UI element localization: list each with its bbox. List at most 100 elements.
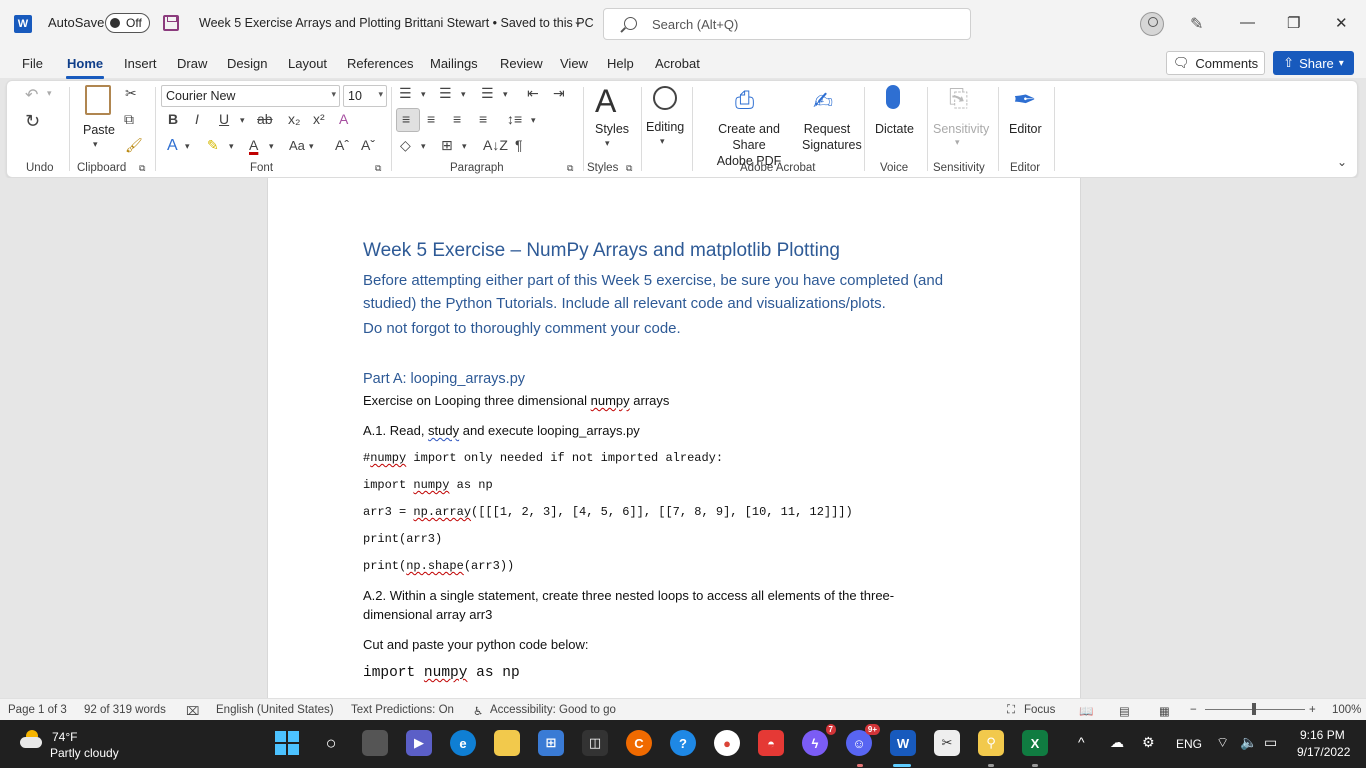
weather-temperature[interactable]: 74°F xyxy=(52,730,77,744)
chevron-down-icon[interactable]: ▾ xyxy=(461,89,466,100)
undo-icon[interactable]: ↶ xyxy=(25,85,38,105)
shrink-font-icon[interactable]: Aˇ xyxy=(361,137,375,153)
request-signatures-icon[interactable]: ✍ xyxy=(813,87,833,116)
chevron-down-icon[interactable]: ▾ xyxy=(503,89,508,100)
zoom-level[interactable]: 100% xyxy=(1332,704,1361,716)
autosave-toggle[interactable]: Off xyxy=(105,13,150,33)
tab-insert[interactable]: Insert xyxy=(124,56,157,71)
text-predictions-status[interactable]: Text Predictions: On xyxy=(351,704,454,716)
tab-acrobat[interactable]: Acrobat xyxy=(655,56,700,71)
battery-icon[interactable]: ▭ xyxy=(1264,734,1277,751)
chevron-down-icon[interactable]: ▾ xyxy=(269,141,274,152)
accessibility-status[interactable]: Accessibility: Good to go xyxy=(490,704,616,716)
tab-layout[interactable]: Layout xyxy=(288,56,327,71)
proofing-icon[interactable]: ⌧ xyxy=(186,704,199,718)
font-name-select[interactable]: Courier New ▾ xyxy=(161,85,340,107)
subscript-icon[interactable]: x₂ xyxy=(288,111,300,127)
tab-draw[interactable]: Draw xyxy=(177,56,207,71)
chevron-down-icon[interactable]: ▾ xyxy=(531,115,536,126)
editor-label[interactable]: Editor xyxy=(1009,121,1042,137)
document-title[interactable]: Week 5 Exercise Arrays and Plotting Brit… xyxy=(199,16,594,30)
redo-icon[interactable]: ↻ xyxy=(25,111,40,132)
designer-pen-icon[interactable]: ✎ xyxy=(1190,14,1203,34)
font-color-icon[interactable]: A xyxy=(249,137,258,153)
dialog-launcher-icon[interactable]: ⧉ xyxy=(626,163,632,174)
language-status[interactable]: English (United States) xyxy=(216,704,334,716)
chevron-up-icon[interactable]: ^ xyxy=(1078,734,1085,750)
minimize-button[interactable]: — xyxy=(1240,14,1255,31)
word-count[interactable]: 92 of 319 words xyxy=(84,704,166,716)
paste-icon[interactable] xyxy=(85,85,111,115)
editing-search-icon[interactable] xyxy=(653,86,677,110)
strikethrough-icon[interactable]: ab xyxy=(257,111,273,127)
crunchyroll-icon[interactable]: C xyxy=(626,730,652,756)
dialog-launcher-icon[interactable]: ⧉ xyxy=(567,163,573,174)
dialog-launcher-icon[interactable]: ⧉ xyxy=(375,163,381,174)
format-painter-icon[interactable]: 🖌 xyxy=(125,137,143,154)
onedrive-icon[interactable]: ☁ xyxy=(1110,734,1124,751)
focus-mode[interactable]: Focus xyxy=(1024,704,1055,716)
weather-condition[interactable]: Partly cloudy xyxy=(50,746,119,760)
comments-button[interactable]: 🗨 Comments xyxy=(1166,51,1265,75)
messenger-icon[interactable]: ϟ 7 xyxy=(802,724,836,756)
create-pdf-icon[interactable]: ⎙ xyxy=(735,87,754,115)
zoom-in-icon[interactable]: + xyxy=(1309,704,1316,716)
tab-mailings[interactable]: Mailings xyxy=(430,56,478,71)
bullets-icon[interactable]: ☰ xyxy=(399,85,412,102)
tab-references[interactable]: References xyxy=(347,56,413,71)
close-button[interactable]: ✕ xyxy=(1335,14,1348,32)
editing-label[interactable]: Editing xyxy=(646,119,684,135)
microsoft-store-icon[interactable]: ⊞ xyxy=(538,730,564,756)
multilevel-list-icon[interactable]: ☰ xyxy=(481,85,494,102)
weather-icon[interactable] xyxy=(20,730,44,748)
chevron-down-icon[interactable]: ▾ xyxy=(605,138,610,149)
word-taskbar-icon[interactable]: W xyxy=(890,730,916,756)
styles-label[interactable]: Styles xyxy=(595,121,629,137)
microphone-icon[interactable] xyxy=(886,85,900,109)
grow-font-icon[interactable]: Aˆ xyxy=(335,137,349,153)
page-count[interactable]: Page 1 of 3 xyxy=(8,704,67,716)
chevron-down-icon[interactable]: ▾ xyxy=(47,88,52,99)
paste-label[interactable]: Paste xyxy=(83,122,115,138)
teams-chat-icon[interactable]: ▶ xyxy=(406,730,432,756)
tab-design[interactable]: Design xyxy=(227,56,267,71)
collapse-ribbon-icon[interactable]: ⌄ xyxy=(1337,155,1347,169)
read-mode-icon[interactable]: 📖 xyxy=(1079,704,1093,718)
app-icon[interactable]: ◫ xyxy=(582,730,608,756)
print-layout-icon[interactable]: ▤ xyxy=(1119,704,1130,718)
tab-view[interactable]: View xyxy=(560,56,588,71)
underline-icon[interactable]: U xyxy=(219,111,229,127)
chevron-down-icon[interactable]: ▾ xyxy=(660,136,665,147)
input-language[interactable]: ENG xyxy=(1176,737,1202,751)
chevron-down-icon[interactable]: ▾ xyxy=(462,141,467,152)
help-icon[interactable]: ? xyxy=(670,730,696,756)
borders-icon[interactable]: ⊞ xyxy=(441,137,453,154)
align-left-button[interactable]: ≡ xyxy=(396,108,420,132)
superscript-icon[interactable]: x² xyxy=(313,111,325,127)
sort-icon[interactable]: A↓Z xyxy=(483,137,508,153)
tab-review[interactable]: Review xyxy=(500,56,543,71)
discord-icon[interactable]: ☺ 9+ xyxy=(846,724,880,756)
tab-help[interactable]: Help xyxy=(607,56,634,71)
clear-formatting-icon[interactable]: A xyxy=(339,111,348,127)
dictate-label[interactable]: Dictate xyxy=(875,121,914,137)
request-signatures-label[interactable]: Request Signatures xyxy=(802,121,862,153)
snipping-tool-icon[interactable]: ✂ xyxy=(934,730,960,756)
tab-file[interactable]: File xyxy=(22,56,43,71)
save-icon[interactable] xyxy=(163,15,179,31)
chevron-down-icon[interactable]: ▾ xyxy=(229,141,234,152)
web-layout-icon[interactable]: ▦ xyxy=(1159,704,1170,718)
zoom-out-icon[interactable]: − xyxy=(1190,704,1197,716)
restore-button[interactable]: ❐ xyxy=(1287,14,1300,32)
highlight-icon[interactable]: ✎ xyxy=(207,137,219,154)
justify-icon[interactable]: ≡ xyxy=(479,111,487,127)
excel-icon[interactable]: X xyxy=(1022,730,1048,756)
clock-date[interactable]: 9/17/2022 xyxy=(1297,745,1350,759)
chevron-down-icon[interactable]: ⌄ xyxy=(573,14,583,28)
chevron-down-icon[interactable]: ▾ xyxy=(309,141,314,152)
editor-icon[interactable]: ✒ xyxy=(1013,83,1036,116)
python-files-icon[interactable]: ⚲ xyxy=(978,730,1004,756)
show-formatting-icon[interactable]: ¶ xyxy=(515,137,523,153)
share-button[interactable]: ⇧ Share ▾ xyxy=(1273,51,1354,75)
task-view-icon[interactable] xyxy=(362,730,388,756)
